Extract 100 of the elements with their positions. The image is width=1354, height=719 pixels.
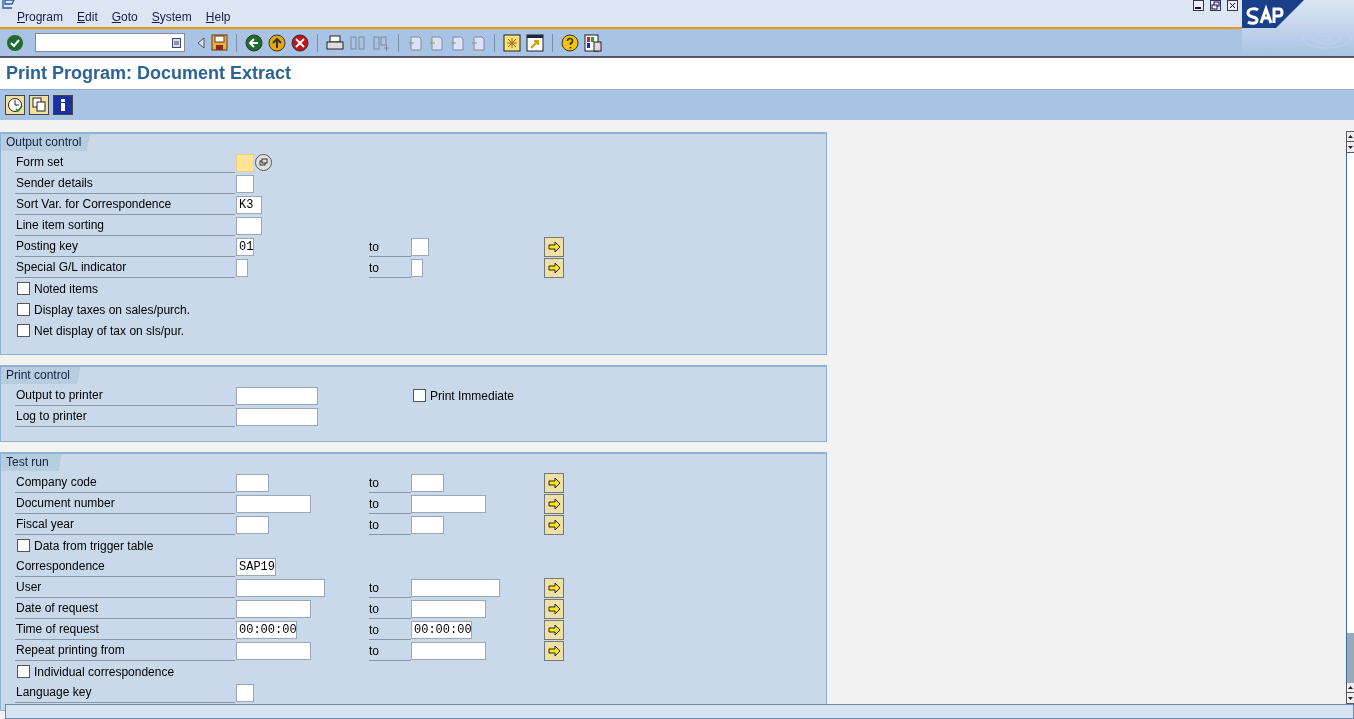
scroll-up-icon[interactable] [1347,132,1354,142]
input-field[interactable] [411,578,500,597]
input-field[interactable] [411,473,444,492]
dropdown-icon[interactable] [172,37,181,48]
menu-item[interactable]: Goto [111,10,138,27]
field-label: Time of request [15,619,235,640]
field-label: Language key [15,682,235,703]
field-label: Date of request [15,598,235,619]
input-field[interactable] [236,515,269,534]
field-label: Repeat printing from [15,640,235,661]
new-window-icon[interactable] [503,33,521,52]
checkbox-label: Noted items [34,281,99,296]
field-label: User [15,577,235,598]
field-label: Output to printer [15,385,235,406]
layout-icon[interactable] [584,33,602,52]
checkbox[interactable] [17,282,30,295]
multiple-selection-button[interactable] [544,257,564,278]
input-field[interactable]: 00:00:00 [236,620,297,639]
command-field[interactable] [35,33,185,52]
input-field[interactable]: SAP19 [236,557,276,576]
checkbox-label: Data from trigger table [34,538,154,553]
input-field[interactable] [411,515,444,534]
field-label: Form set [15,152,235,173]
checkbox[interactable] [413,389,426,402]
help-icon[interactable] [561,33,579,52]
input-field[interactable] [236,258,248,277]
checkbox[interactable] [17,665,30,678]
multiple-selection-button[interactable] [544,619,564,640]
shortcut-icon[interactable] [526,33,544,52]
arrow-icon [547,623,561,636]
input-field[interactable] [236,473,269,492]
save-icon[interactable] [211,34,228,51]
input-field[interactable] [236,599,311,618]
checkbox[interactable] [17,324,30,337]
checkbox[interactable] [17,303,30,316]
menu-item[interactable]: System [151,10,192,27]
field-label: Sort Var. for Correspondence [15,194,235,215]
multiple-selection-button[interactable] [544,236,564,257]
enter-icon[interactable] [6,33,24,52]
scroll-down-icon[interactable] [1347,693,1354,703]
exit-icon[interactable] [268,33,286,52]
scroll-up-icon[interactable] [1347,683,1354,693]
field-label: Line item sorting [15,215,235,236]
field-label: Fiscal year [15,514,235,535]
arrow-icon [547,581,561,594]
arrow-icon [547,518,561,531]
checkbox[interactable] [17,539,30,552]
info-icon[interactable] [53,95,73,115]
search-help-icon[interactable] [255,154,272,171]
input-field[interactable] [236,641,311,660]
input-field[interactable] [411,599,486,618]
checkbox-label: Net display of tax on sls/pur. [34,323,185,338]
menu-item[interactable]: Edit [77,10,98,27]
cancel-icon[interactable] [291,33,309,52]
input-field[interactable] [236,494,311,513]
input-field[interactable] [236,683,254,702]
arrow-icon [547,497,561,510]
minimize-icon[interactable] [1193,0,1204,11]
arrow-icon [547,644,561,657]
menu-item[interactable]: Program [17,10,64,27]
input-field[interactable]: K3 [236,195,262,214]
field-label: Document number [15,493,235,514]
multiple-selection-button[interactable] [544,514,564,535]
triangle-icon[interactable] [196,35,206,50]
print-icon[interactable] [326,34,344,51]
input-field[interactable]: 00:00:00 [411,620,472,639]
field-label: Correspondence [15,556,235,577]
multiple-selection-button[interactable] [544,472,564,493]
input-field[interactable] [411,641,486,660]
window-menu-icon[interactable] [2,0,16,10]
clock-icon[interactable] [5,95,25,115]
copy-icon[interactable] [29,95,49,115]
checkbox-label: Print Immediate [430,388,515,403]
multiple-selection-button[interactable] [544,640,564,661]
checkbox-label: Individual correspondence [34,664,175,679]
field-label: Log to printer [15,406,235,427]
input-field[interactable]: 01 [236,237,254,256]
input-field[interactable] [236,216,262,235]
back-icon[interactable] [245,33,263,52]
input-field[interactable] [411,258,423,277]
close-icon[interactable] [1227,0,1238,11]
restore-icon[interactable] [1210,0,1221,11]
screen-title: Print Program: Document Extract [6,63,292,84]
input-field[interactable] [236,578,325,597]
arrow-icon [547,261,561,274]
input-field[interactable] [236,153,254,172]
input-field[interactable] [236,407,318,426]
scroll-thumb[interactable] [1347,633,1354,683]
scroll-down-icon[interactable] [1347,142,1354,152]
multiple-selection-button[interactable] [544,577,564,598]
arrow-icon [547,240,561,253]
input-field[interactable] [411,494,486,513]
multiple-selection-button[interactable] [544,598,564,619]
input-field[interactable] [411,237,429,256]
menu-item[interactable]: Help [205,10,231,27]
field-label: Special G/L indicator [15,257,235,278]
input-field[interactable] [236,386,318,405]
input-field[interactable] [236,174,254,193]
field-label: Sender details [15,173,235,194]
multiple-selection-button[interactable] [544,493,564,514]
